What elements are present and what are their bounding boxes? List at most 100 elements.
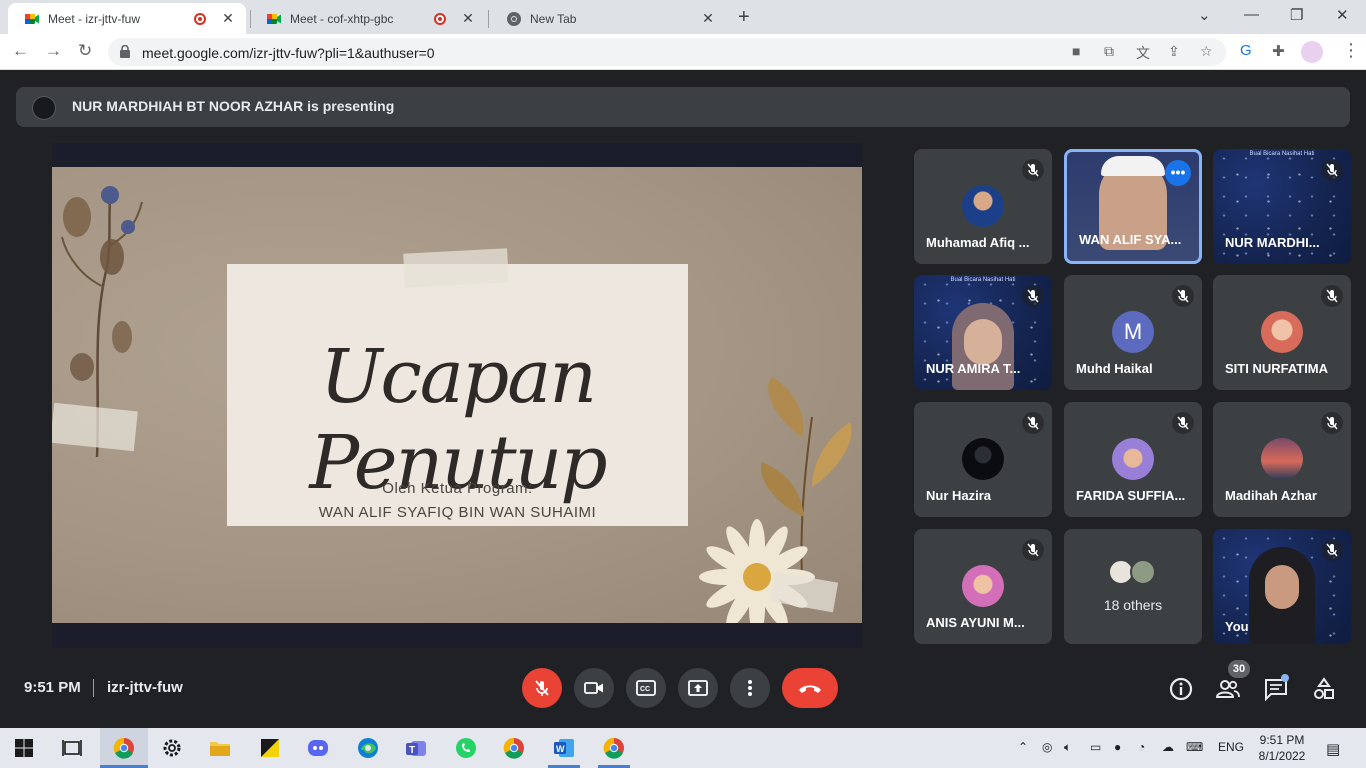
- back-button[interactable]: ←: [12, 41, 29, 61]
- tab-meet-cof[interactable]: Meet - cof-xhtp-gbc ✕: [250, 3, 486, 34]
- google-translate-extension-icon[interactable]: G: [1240, 42, 1252, 59]
- presented-slide: Ucapan Penutup Oleh Ketua Program: WAN A…: [52, 167, 862, 623]
- share-icon[interactable]: ⇪: [1168, 43, 1180, 60]
- meeting-clock: 9:51 PM: [24, 679, 81, 696]
- mic-off-icon: [1022, 412, 1044, 434]
- chrome-icon: [507, 11, 521, 26]
- participant-name: FARIDA SUFFIA...: [1076, 488, 1186, 503]
- battery-icon[interactable]: ▭: [1090, 740, 1101, 754]
- task-view-icon[interactable]: [60, 736, 84, 760]
- camera-toggle-button[interactable]: [574, 668, 614, 708]
- presentation-stage: Ucapan Penutup Oleh Ketua Program: WAN A…: [52, 143, 862, 648]
- svg-text:T: T: [409, 745, 415, 756]
- self-view-tile[interactable]: You: [1213, 529, 1351, 644]
- participant-tile[interactable]: FARIDA SUFFIA...: [1064, 402, 1202, 517]
- word-icon[interactable]: W: [552, 736, 576, 760]
- mic-off-icon: [1321, 539, 1343, 561]
- present-screen-icon: [688, 680, 708, 696]
- reload-button[interactable]: ↻: [78, 41, 92, 61]
- slide-subtitle-line2: WAN ALIF SYAFIQ BIN WAN SUHAIMI: [318, 504, 597, 521]
- teams-icon[interactable]: T: [404, 736, 428, 760]
- others-avatar: [1130, 559, 1156, 585]
- participant-tile[interactable]: Nur Hazira: [914, 402, 1052, 517]
- notifications-icon[interactable]: ▤: [1326, 740, 1340, 758]
- google-meet-icon: [267, 13, 281, 24]
- mic-toggle-button[interactable]: [522, 668, 562, 708]
- discord-icon[interactable]: [306, 736, 330, 760]
- tab-new-tab[interactable]: New Tab ✕: [490, 3, 726, 34]
- more-options-button[interactable]: [730, 668, 770, 708]
- more-options-icon[interactable]: •••: [1165, 160, 1191, 186]
- activities-icon[interactable]: [1311, 676, 1337, 702]
- onedrive-icon[interactable]: ☁: [1162, 740, 1174, 754]
- tile-overlay-text: Bual Bicara Nasihat Hati: [1249, 151, 1315, 157]
- windows-start-icon[interactable]: [12, 736, 36, 760]
- presenting-banner: NUR MARDHIAH BT NOOR AZHAR is presenting: [16, 87, 1350, 127]
- chrome-icon[interactable]: [502, 736, 526, 760]
- new-tab-button[interactable]: +: [738, 6, 750, 29]
- translate-icon[interactable]: 文: [1136, 43, 1150, 63]
- wifi-icon[interactable]: ◔: [1138, 740, 1145, 754]
- settings-gear-icon[interactable]: [160, 736, 184, 760]
- participant-tile[interactable]: SITI NURFATIMA: [1213, 275, 1351, 390]
- participant-tile[interactable]: Bual Bicara Nasihat Hati NUR AMIRA T...: [914, 275, 1052, 390]
- tile-overlay-text: Bual Bicara Nasihat Hati: [950, 277, 1016, 283]
- camera-in-use-icon[interactable]: ■: [1072, 43, 1080, 59]
- edge-icon[interactable]: [356, 736, 380, 760]
- lock-icon: [120, 45, 130, 58]
- sticky-notes-icon[interactable]: [258, 736, 282, 760]
- mic-off-icon: [1321, 412, 1343, 434]
- participant-tile[interactable]: Madihah Azhar: [1213, 402, 1351, 517]
- leave-call-button[interactable]: [782, 668, 838, 708]
- present-now-button[interactable]: [678, 668, 718, 708]
- others-tile[interactable]: 18 others: [1064, 529, 1202, 644]
- participant-avatar: [1261, 438, 1303, 480]
- forward-button[interactable]: →: [45, 41, 62, 61]
- meet-tray-icon[interactable]: ◎: [1042, 740, 1052, 754]
- input-language[interactable]: ENG: [1218, 740, 1244, 754]
- close-tab-icon[interactable]: ✕: [460, 10, 476, 27]
- participant-name: NUR MARDHI...: [1225, 235, 1320, 250]
- microphone-icon[interactable]: ●: [1114, 740, 1121, 754]
- close-tab-icon[interactable]: ✕: [700, 10, 716, 27]
- restore-button[interactable]: ❐: [1290, 6, 1303, 24]
- captions-button[interactable]: CC: [626, 668, 666, 708]
- participant-tile[interactable]: ANIS AYUNI M...: [914, 529, 1052, 644]
- whatsapp-icon[interactable]: [454, 736, 478, 760]
- minimize-button[interactable]: —: [1244, 6, 1259, 23]
- browser-menu-icon[interactable]: ⋮: [1342, 40, 1360, 61]
- close-tab-icon[interactable]: ✕: [220, 10, 236, 27]
- system-time: 9:51 PM: [1259, 733, 1305, 747]
- bookmark-star-icon[interactable]: ☆: [1200, 43, 1213, 60]
- self-video-face: [1265, 565, 1299, 609]
- profile-avatar[interactable]: [1301, 41, 1323, 63]
- mic-off-icon: [1022, 539, 1044, 561]
- meeting-details-icon[interactable]: [1168, 676, 1194, 702]
- participant-avatar: [962, 185, 1004, 227]
- tab-meet-izr[interactable]: Meet - izr-jttv-fuw ✕: [8, 3, 246, 34]
- participant-count-badge: 30: [1228, 660, 1250, 678]
- volume-icon[interactable]: 🔈︎: [1064, 740, 1071, 755]
- participant-tile-speaking[interactable]: ••• WAN ALIF SYA...: [1064, 149, 1202, 264]
- hang-up-icon: [799, 685, 821, 693]
- extensions-puzzle-icon[interactable]: ✚: [1272, 42, 1285, 60]
- address-bar[interactable]: meet.google.com/izr-jttv-fuw?pli=1&authu…: [108, 38, 1226, 66]
- system-date: 8/1/2022: [1258, 749, 1306, 763]
- participant-tile[interactable]: M Muhd Haikal: [1064, 275, 1202, 390]
- keyboard-icon[interactable]: ⌨: [1186, 740, 1203, 754]
- url-text[interactable]: meet.google.com/izr-jttv-fuw?pli=1&authu…: [142, 45, 435, 61]
- chrome-icon[interactable]: [112, 736, 136, 760]
- chrome-icon[interactable]: [602, 736, 626, 760]
- system-clock[interactable]: 9:51 PM 8/1/2022: [1258, 732, 1306, 764]
- close-window-button[interactable]: ✕: [1336, 6, 1349, 24]
- open-external-icon[interactable]: ⧉: [1104, 43, 1114, 60]
- participant-name: Muhd Haikal: [1076, 361, 1153, 376]
- presenting-text: NUR MARDHIAH BT NOOR AZHAR is presenting: [72, 98, 395, 114]
- file-explorer-icon[interactable]: [208, 736, 232, 760]
- people-icon[interactable]: [1215, 676, 1241, 702]
- participant-tile[interactable]: Bual Bicara Nasihat Hati NUR MARDHI...: [1213, 149, 1351, 264]
- tab-search-icon[interactable]: ⌄: [1198, 6, 1211, 24]
- participant-tile[interactable]: Muhamad Afiq ...: [914, 149, 1052, 264]
- show-hidden-icons[interactable]: ⌃: [1018, 740, 1028, 754]
- chat-unread-dot: [1281, 674, 1289, 682]
